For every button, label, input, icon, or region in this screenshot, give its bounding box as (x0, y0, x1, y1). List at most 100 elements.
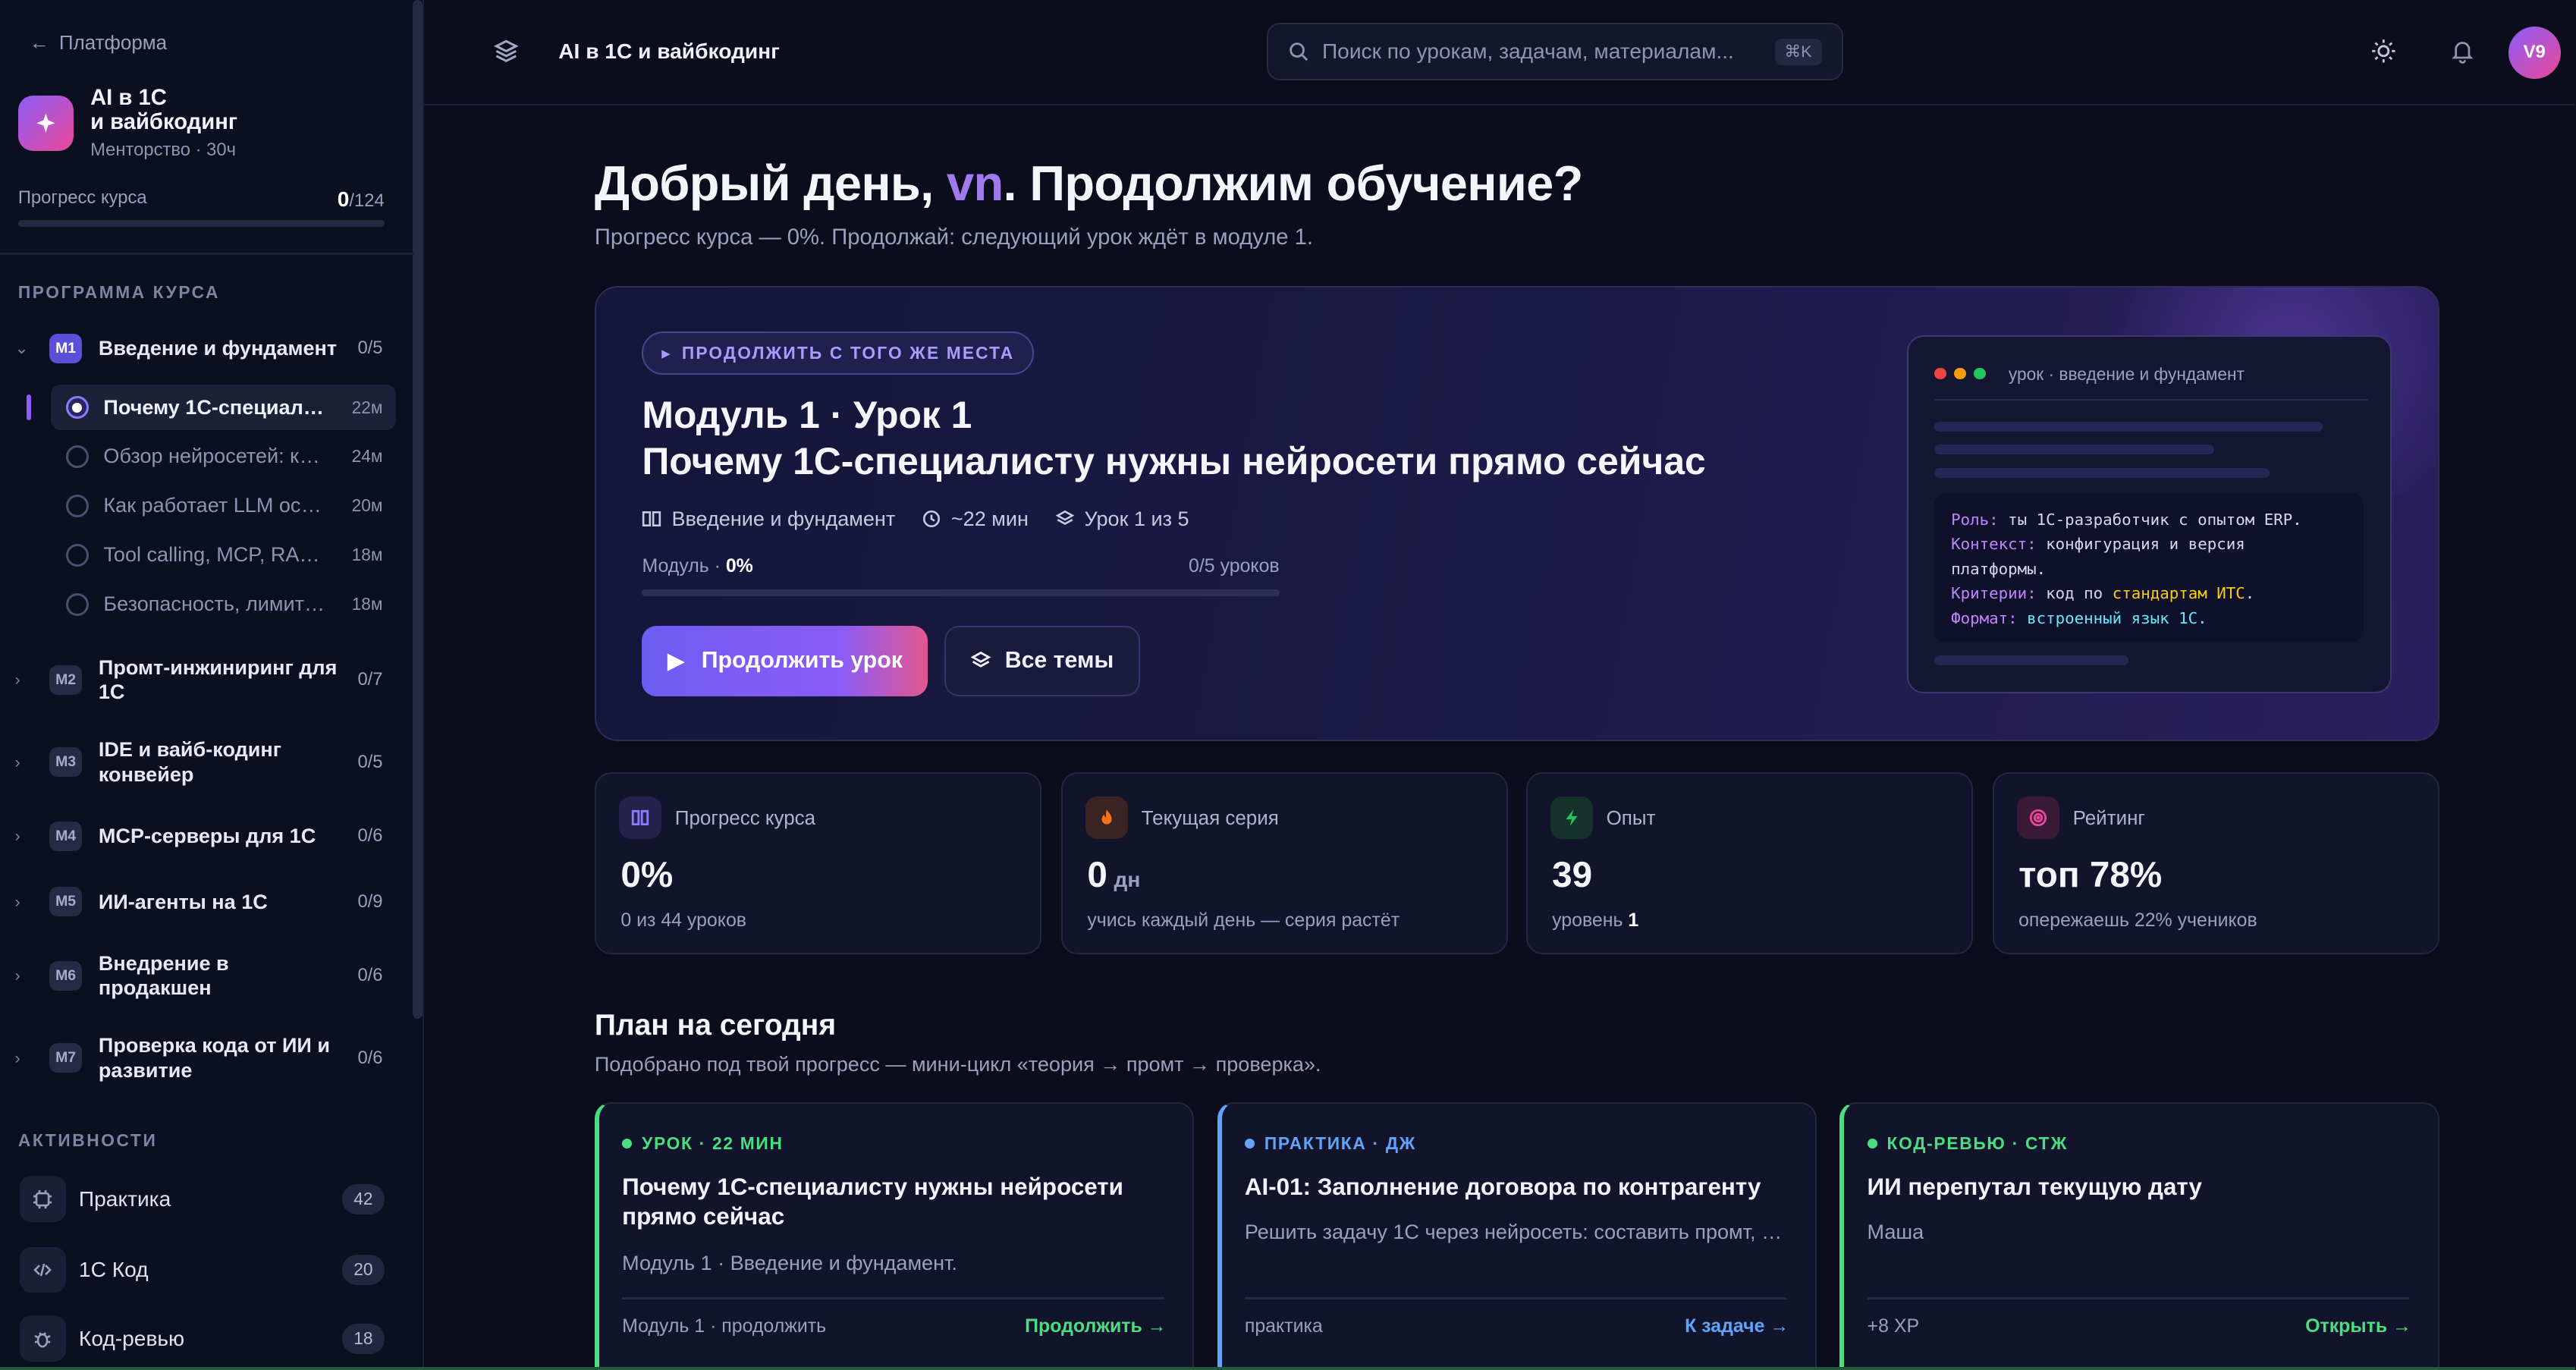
card-title: AI-01: Заполнение договора по контрагент… (1244, 1173, 1761, 1200)
layers-icon (1055, 511, 1074, 526)
layers-icon[interactable] (493, 38, 520, 64)
activity-label: Код-ревью (78, 1326, 185, 1350)
course-title-line-2: и вайбкодинг (90, 110, 238, 135)
continue-lesson-button[interactable]: ▶ Продолжить урок (642, 625, 928, 696)
module-progress-row: Модуль · 0% 0/5 уроков (642, 555, 1279, 577)
layers-icon (970, 652, 991, 668)
module-count: 0/6 (357, 1047, 383, 1068)
module-title: IDE и вайб-кодинг конвейер (98, 738, 282, 786)
chevron-right-icon: › (14, 826, 20, 846)
card-open-link[interactable]: Открыть → (2305, 1315, 2411, 1337)
window-controls (1934, 367, 1986, 379)
search-shortcut: ⌘K (1774, 38, 1822, 65)
stat-label: Прогресс курса (674, 806, 816, 830)
sidebar-divider (0, 253, 414, 255)
module-item-m4[interactable]: › M4 MCP-серверы для 1С 0/6 (14, 821, 402, 851)
course-title-line-1: AI в 1С (90, 85, 167, 110)
module-item-m7[interactable]: › M7 Проверка кода от ИИ и развитие 0/6 (14, 1033, 402, 1082)
activity-practice[interactable]: Практика 42 (19, 1176, 385, 1223)
lesson-title: Почему 1С-специалисту нужны нейросети пр… (103, 395, 330, 419)
activities-section-label: АКТИВНОСТИ (17, 1130, 158, 1150)
card-title: Почему 1С-специалисту нужны нейросети пр… (622, 1173, 1123, 1230)
stat-label: Рейтинг (2072, 806, 2145, 830)
search-placeholder: Поиск по урокам, задачам, материалам... (1321, 39, 1734, 64)
plan-card-code-review[interactable]: КОД-РЕВЬЮ · СТЖ ИИ перепутал текущую дат… (1839, 1101, 2439, 1370)
bolt-icon (1550, 797, 1594, 840)
back-to-platform-link[interactable]: ← Платформа (30, 31, 167, 55)
module-title: ИИ-агенты на 1С (98, 890, 268, 913)
activity-count: 18 (342, 1323, 385, 1354)
card-divider (1244, 1297, 1787, 1299)
program-section-label: ПРОГРАММА КУРСА (17, 282, 221, 303)
lesson-duration: 18м (351, 594, 383, 614)
module-count: 0/6 (357, 965, 383, 986)
card-task-link[interactable]: К задаче → (1685, 1315, 1789, 1337)
preview-divider (1934, 398, 2369, 401)
bottom-edge-line (0, 1366, 2576, 1370)
lesson-item[interactable]: Безопасность, лимиты и риски 18м (51, 582, 396, 628)
skeleton-line (1934, 422, 2323, 432)
skeleton-line (1934, 467, 2270, 478)
card-divider (1867, 1297, 2410, 1299)
user-avatar[interactable]: V9 (2508, 26, 2561, 79)
sidebar-scrollbar[interactable] (412, 0, 423, 1019)
lesson-item[interactable]: Обзор нейросетей: какие бывают 24м (51, 434, 396, 480)
stat-subtext: учись каждый день — серия растёт (1087, 910, 1400, 932)
user-name: vn (947, 155, 1004, 211)
hero-title: Модуль 1 · Урок 1 Почему 1С-специалисту … (642, 392, 1705, 484)
module-title: MCP-серверы для 1С (98, 824, 316, 847)
lesson-preview-window: урок · введение и фундамент Роль: ты 1С-… (1906, 335, 2392, 693)
topbar-title: AI в 1С и вайбкодинг (558, 39, 780, 63)
activity-label: Практика (78, 1186, 171, 1211)
continue-lesson-card: ▸ ПРОДОЛЖИТЬ С ТОГО ЖЕ МЕСТА Модуль 1 · … (594, 285, 2439, 741)
plan-card-practice[interactable]: ПРАКТИКА · ДЖ AI-01: Заполнение договора… (1217, 1101, 1817, 1370)
arrow-left-icon: ← (29, 31, 49, 55)
preview-title: урок · введение и фундамент (2008, 364, 2245, 385)
module-count: 0/9 (357, 891, 383, 912)
play-small-icon: ▸ (661, 342, 672, 363)
all-topics-button[interactable]: Все темы (944, 625, 1140, 696)
module-title: Внедрение в продакшен (98, 951, 229, 1000)
module-title: Промт-инжиниринг для 1С (98, 655, 338, 704)
clock-icon (922, 511, 940, 528)
lesson-status-icon (65, 395, 89, 419)
module-item-m1[interactable]: ⌄ M1 Введение и фундамент 0/5 (14, 333, 402, 363)
module-item-m2[interactable]: › M2 Промт-инжиниринг для 1С 0/7 (14, 655, 402, 705)
lesson-item[interactable]: Tool calling, MCP, RAG и агенты 18м (51, 533, 396, 579)
lesson-title: Как работает LLM особенности (103, 494, 331, 517)
stat-subtext: 0 из 44 уроков (620, 910, 747, 932)
card-footer-text: Модуль 1 · продолжить (622, 1315, 827, 1337)
course-brand: AI в 1С и вайбкодинг Менторство · 30ч (17, 85, 238, 161)
activity-code-review[interactable]: Код-ревью 18 (19, 1315, 385, 1362)
card-description: Модуль 1 · Введение и фундамент. (622, 1251, 957, 1274)
module-lessons-count: 0/5 уроков (1189, 555, 1280, 577)
bell-icon[interactable] (2449, 38, 2476, 64)
lesson-item-active[interactable]: Почему 1С-специалисту нужны нейросети пр… (51, 384, 396, 431)
module-badge: M7 (49, 1043, 83, 1073)
module-item-m5[interactable]: › M5 ИИ-агенты на 1С 0/9 (14, 887, 402, 917)
flame-icon (1085, 797, 1129, 840)
module-progress-bar (642, 589, 1280, 596)
sun-icon[interactable] (2370, 38, 2397, 64)
search-input[interactable]: Поиск по урокам, задачам, материалам... … (1266, 23, 1843, 81)
lesson-status-icon (65, 445, 89, 469)
chevron-right-icon: › (14, 891, 20, 911)
book-icon (642, 511, 661, 527)
stat-card-experience: Опыт 39 уровень 1 (1525, 771, 1973, 955)
module-badge: M2 (49, 665, 83, 695)
card-footer-text: практика (1244, 1315, 1323, 1337)
module-progress-label: Модуль · 0% (642, 555, 753, 577)
stat-value: топ 78% (2018, 854, 2163, 895)
module-count: 0/5 (357, 751, 383, 772)
stat-value: 0 дн (1087, 854, 1141, 895)
play-icon: ▶ (667, 648, 686, 674)
card-description: Маша (1867, 1220, 1924, 1243)
plan-card-lesson[interactable]: УРОК · 22 МИН Почему 1С-специалисту нужн… (594, 1101, 1195, 1370)
activity-1c-code[interactable]: 1С Код 20 (19, 1246, 385, 1293)
card-continue-link[interactable]: Продолжить → (1025, 1315, 1166, 1337)
lesson-title: Tool calling, MCP, RAG и агенты (103, 543, 330, 567)
lesson-item[interactable]: Как работает LLM особенности 20м (51, 483, 396, 529)
module-item-m3[interactable]: › M3 IDE и вайб-кодинг конвейер 0/5 (14, 737, 402, 787)
module-item-m6[interactable]: › M6 Внедрение в продакшен 0/6 (14, 951, 402, 1001)
lesson-duration: 22м (351, 397, 383, 417)
